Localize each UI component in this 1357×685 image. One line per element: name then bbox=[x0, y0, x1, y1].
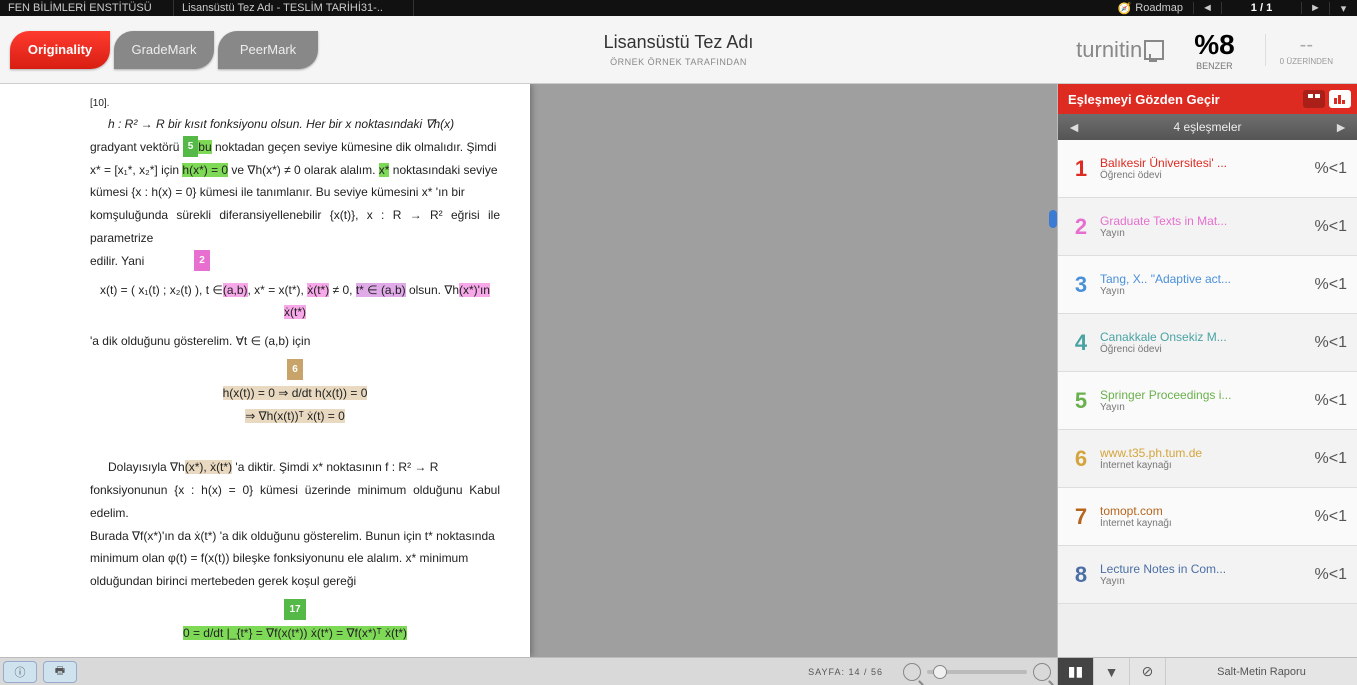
next-match-button[interactable]: ► bbox=[1329, 119, 1353, 135]
grade-outof: -- 0 ÜZERİNDEN bbox=[1265, 34, 1347, 66]
match-item[interactable]: 8 Lecture Notes in Com... Yayın %<1 bbox=[1058, 546, 1357, 604]
zoom-controls bbox=[903, 663, 1051, 681]
institution-name: FEN BİLİMLERİ ENSTİTÜSÜ bbox=[0, 0, 174, 16]
match-number: 6 bbox=[1068, 446, 1094, 472]
match-number: 5 bbox=[1068, 388, 1094, 414]
match-percent: %<1 bbox=[1315, 450, 1347, 468]
next-page-button[interactable]: ► bbox=[1301, 2, 1329, 14]
match-item[interactable]: 3 Tang, X.. "Adaptive act... Yayın %<1 bbox=[1058, 256, 1357, 314]
match-percent: %<1 bbox=[1315, 218, 1347, 236]
match-number: 7 bbox=[1068, 504, 1094, 530]
match-type: Öğrenci ödevi bbox=[1100, 170, 1315, 181]
match-percent: %<1 bbox=[1315, 566, 1347, 584]
prev-page-button[interactable]: ◄ bbox=[1193, 2, 1221, 14]
match-number: 2 bbox=[1068, 214, 1094, 240]
match-title: tomopt.com bbox=[1100, 504, 1315, 518]
assignment-name: Lisansüstü Tez Adı - TESLİM TARİHİ31-.. bbox=[174, 0, 414, 16]
print-button[interactable]: 🖶 bbox=[43, 661, 77, 683]
roadmap-icon: 🧭 bbox=[1118, 2, 1132, 15]
footer: ⓘ 🖶 SAYFA: 14 / 56 ▮▮ ▼ ⊘ Salt-Metin Rap… bbox=[0, 657, 1357, 685]
match-percent: %<1 bbox=[1315, 508, 1347, 526]
info-button[interactable]: ⓘ bbox=[3, 661, 37, 683]
match-item[interactable]: 6 www.t35.ph.tum.de İnternet kaynağı %<1 bbox=[1058, 430, 1357, 488]
match-percent: %<1 bbox=[1315, 392, 1347, 410]
match-sidebar: Eşleşmeyi Gözden Geçir ◄ 4 eşleşmeler ► … bbox=[1057, 84, 1357, 657]
match-item[interactable]: 5 Springer Proceedings i... Yayın %<1 bbox=[1058, 372, 1357, 430]
filter-button[interactable]: ▼ bbox=[1094, 658, 1130, 685]
view-chart-button[interactable] bbox=[1329, 90, 1351, 108]
exclude-button[interactable]: ⊘ bbox=[1130, 658, 1166, 685]
match-title: Lecture Notes in Com... bbox=[1100, 562, 1315, 576]
match-type: Yayın bbox=[1100, 576, 1315, 587]
match-title: Springer Proceedings i... bbox=[1100, 388, 1315, 402]
match-title: Balıkesir Üniversitesi' ... bbox=[1100, 156, 1315, 170]
text-report-button[interactable]: Salt-Metin Raporu bbox=[1166, 666, 1357, 678]
match-number: 1 bbox=[1068, 156, 1094, 182]
dropdown-button[interactable]: ▾ bbox=[1329, 2, 1357, 15]
match-title: Tang, X.. "Adaptive act... bbox=[1100, 272, 1315, 286]
roadmap-button[interactable]: 🧭 Roadmap bbox=[1108, 2, 1193, 15]
match-list[interactable]: 1 Balıkesir Üniversitesi' ... Öğrenci öd… bbox=[1058, 140, 1357, 657]
peermark-tab[interactable]: PeerMark bbox=[218, 31, 318, 69]
sidebar-subheader: ◄ 4 eşleşmeler ► bbox=[1058, 114, 1357, 140]
match-item[interactable]: 7 tomopt.com İnternet kaynağı %<1 bbox=[1058, 488, 1357, 546]
scroll-indicator[interactable] bbox=[1049, 210, 1057, 228]
mode-tabs: Originality GradeMark PeerMark bbox=[10, 31, 318, 69]
originality-tab[interactable]: Originality bbox=[10, 31, 110, 69]
zoom-slider[interactable] bbox=[927, 670, 1027, 674]
match-type: İnternet kaynağı bbox=[1100, 518, 1315, 529]
match-type: Yayın bbox=[1100, 402, 1315, 413]
top-bar: FEN BİLİMLERİ ENSTİTÜSÜ Lisansüstü Tez A… bbox=[0, 0, 1357, 16]
zoom-in-button[interactable] bbox=[1033, 663, 1051, 681]
overview-button[interactable]: ▮▮ bbox=[1058, 658, 1094, 685]
grademark-tab[interactable]: GradeMark bbox=[114, 31, 214, 69]
header: Originality GradeMark PeerMark Lisansüst… bbox=[0, 16, 1357, 84]
document-page: [10]. h : R² → R bir kısıt fonksiyonu ol… bbox=[0, 84, 530, 657]
match-number: 8 bbox=[1068, 562, 1094, 588]
match-percent: %<1 bbox=[1315, 160, 1347, 178]
match-number: 4 bbox=[1068, 330, 1094, 356]
document-viewer[interactable]: [10]. h : R² → R bir kısıt fonksiyonu ol… bbox=[0, 84, 1057, 657]
match-item[interactable]: 2 Graduate Texts in Mat... Yayın %<1 bbox=[1058, 198, 1357, 256]
match-type: İnternet kaynağı bbox=[1100, 460, 1315, 471]
page-info: SAYFA: 14 / 56 bbox=[808, 667, 883, 677]
page-counter: 1 / 1 bbox=[1221, 2, 1301, 14]
match-item[interactable]: 1 Balıkesir Üniversitesi' ... Öğrenci öd… bbox=[1058, 140, 1357, 198]
match-percent: %<1 bbox=[1315, 276, 1347, 294]
match-type: Yayın bbox=[1100, 286, 1315, 297]
match-title: Canakkale Onsekiz M... bbox=[1100, 330, 1315, 344]
match-percent: %<1 bbox=[1315, 334, 1347, 352]
zoom-out-button[interactable] bbox=[903, 663, 921, 681]
sidebar-header: Eşleşmeyi Gözden Geçir bbox=[1058, 84, 1357, 114]
match-item[interactable]: 4 Canakkale Onsekiz M... Öğrenci ödevi %… bbox=[1058, 314, 1357, 372]
match-type: Yayın bbox=[1100, 228, 1315, 239]
turnitin-logo: turnitin bbox=[1076, 37, 1164, 63]
match-number: 3 bbox=[1068, 272, 1094, 298]
match-title: www.t35.ph.tum.de bbox=[1100, 446, 1315, 460]
match-type: Öğrenci ödevi bbox=[1100, 344, 1315, 355]
similarity-score: %8 BENZER bbox=[1184, 29, 1244, 71]
prev-match-button[interactable]: ◄ bbox=[1062, 119, 1086, 135]
match-title: Graduate Texts in Mat... bbox=[1100, 214, 1315, 228]
view-list-button[interactable] bbox=[1303, 90, 1325, 108]
